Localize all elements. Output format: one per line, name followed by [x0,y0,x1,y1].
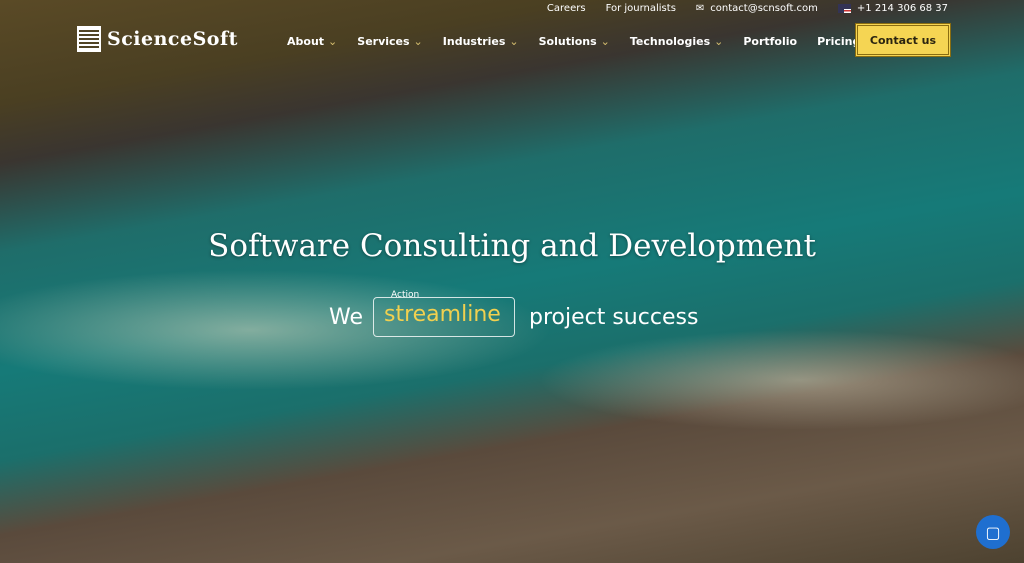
nav-label: Portfolio [743,34,798,48]
mail-icon: ✉ [695,3,705,14]
contact-us-button[interactable]: Contact us [855,23,951,57]
hero-suffix: project success [529,304,699,330]
action-label: Action [391,290,420,300]
chevron-down-icon: ⌄ [413,34,423,48]
chevron-down-icon: ⌄ [328,34,338,48]
top-bar: Careers For journalists ✉ contact@scnsoft… [547,3,948,14]
email-link[interactable]: ✉ contact@scnsoft.com [696,3,818,14]
phone-text: +1 214 306 68 37 [856,3,948,14]
nav-label: About [287,34,325,48]
phone-link[interactable]: +1 214 306 68 37 [837,3,948,14]
nav-technologies[interactable]: Technologies ⌄ [630,35,723,48]
chat-icon: ▢ [985,522,1001,542]
action-word: streamline [384,302,501,327]
nav-label: Industries [442,34,506,48]
nav-solutions[interactable]: Solutions ⌄ [539,35,610,48]
chevron-down-icon: ⌄ [600,34,610,48]
nav-pricing[interactable]: Pricing [817,35,860,48]
nav-label: Solutions [538,34,597,48]
chat-button[interactable]: ▢ [976,515,1010,549]
action-word-box: Action streamline [373,290,515,337]
hero-title: Software Consulting and Development [208,228,816,264]
nav-services[interactable]: Services ⌄ [357,35,423,48]
chevron-down-icon: ⌄ [509,34,519,48]
hero-subtitle: We Action streamline project success [329,290,699,337]
nav-label: Technologies [629,34,711,48]
logo-mark-icon [77,26,101,52]
hero-prefix: We [329,304,363,330]
nav-label: Services [357,34,410,48]
logo-text: ScienceSoft [107,28,238,50]
nav-label: Pricing [817,34,861,48]
careers-link[interactable]: Careers [547,3,586,14]
chevron-down-icon: ⌄ [714,34,724,48]
nav-industries[interactable]: Industries ⌄ [443,35,519,48]
email-text: contact@scnsoft.com [710,3,818,14]
logo[interactable]: ScienceSoft [77,26,238,52]
nav-about[interactable]: About ⌄ [287,35,337,48]
nav-portfolio[interactable]: Portfolio [743,35,797,48]
journalists-link[interactable]: For journalists [606,3,676,14]
main-nav: About ⌄ Services ⌄ Industries ⌄ Solutions ⌄ … [287,32,911,50]
us-flag-icon [837,4,851,13]
